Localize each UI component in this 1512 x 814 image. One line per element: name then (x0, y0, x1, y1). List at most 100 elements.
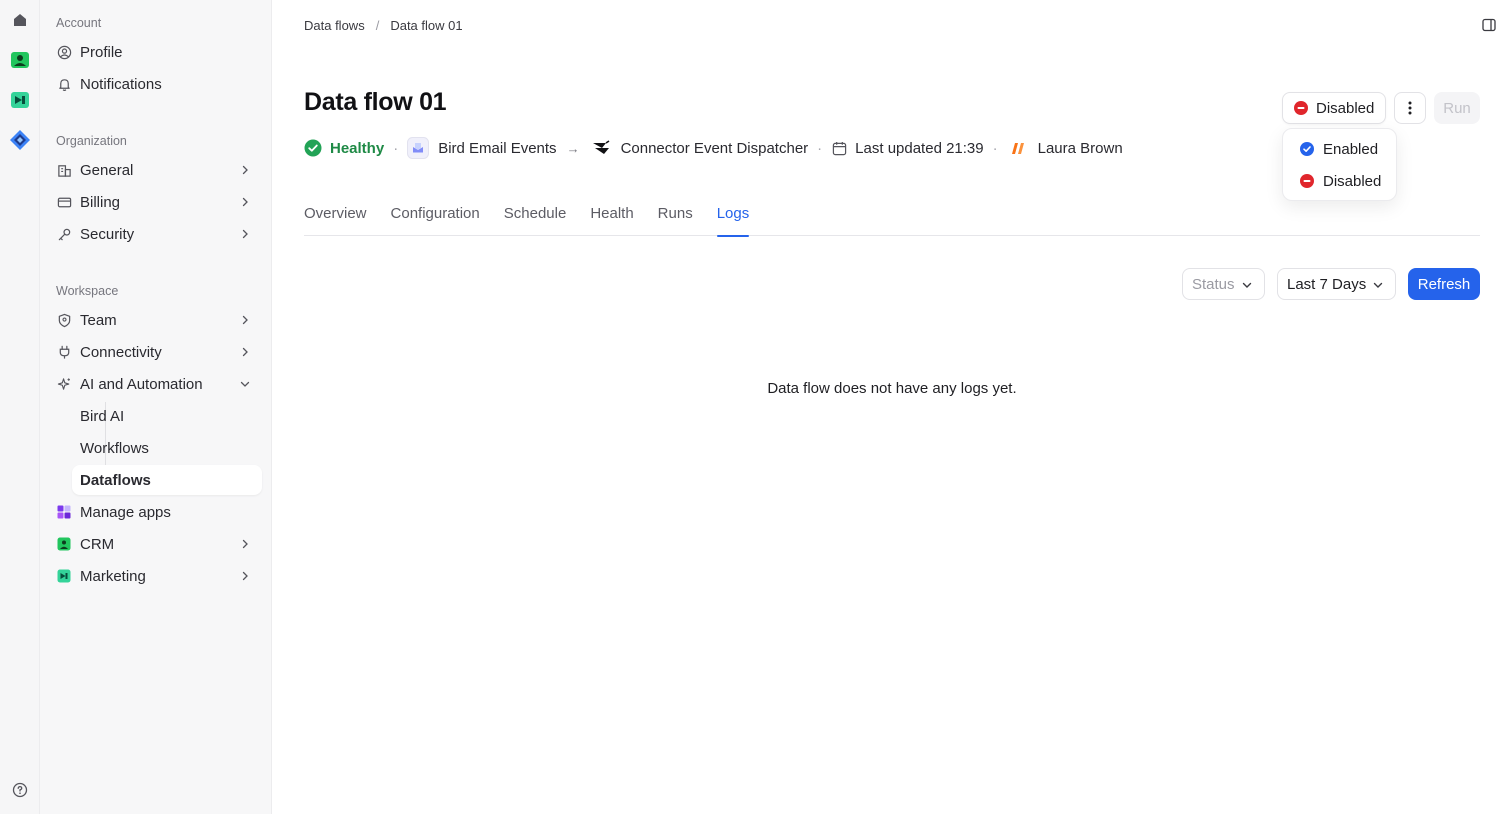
status-button-label: Disabled (1316, 99, 1375, 117)
sparkle-icon (56, 376, 72, 392)
health-status: Healthy (330, 139, 385, 157)
chevron-down-icon (238, 377, 252, 391)
sidebar-item-label: CRM (80, 535, 115, 553)
sidebar-item-label: Profile (80, 43, 123, 61)
tab-schedule[interactable]: Schedule (504, 200, 567, 236)
marketing-app-icon[interactable] (8, 88, 32, 112)
crm-app-icon (56, 536, 72, 552)
chevron-right-icon (238, 345, 252, 359)
chevron-down-icon (1240, 278, 1254, 292)
dataflow-meta: Healthy · Bird Email Events → Connector … (304, 137, 1123, 159)
disabled-status-icon (1300, 174, 1314, 188)
tab-configuration[interactable]: Configuration (391, 200, 480, 236)
bell-icon (56, 76, 72, 92)
apps-grid-icon (56, 504, 72, 520)
user-circle-icon (56, 44, 72, 60)
breadcrumb-separator: / (375, 18, 380, 33)
sidebar-item-label: Connectivity (80, 343, 162, 361)
tab-logs[interactable]: Logs (716, 200, 749, 237)
breadcrumb-current: Data flow 01 (390, 18, 463, 33)
chevron-right-icon (238, 163, 252, 177)
menu-item-disabled[interactable]: Disabled (1289, 166, 1390, 196)
date-range-value: Last 7 Days (1287, 275, 1367, 293)
settings-sidebar: Account Profile Notifications Organizati… (40, 0, 272, 814)
tab-runs[interactable]: Runs (658, 200, 693, 236)
email-events-icon (407, 137, 430, 159)
section-title-account: Account (56, 16, 102, 30)
more-options-button[interactable] (1394, 92, 1426, 124)
chevron-down-icon (1371, 278, 1385, 292)
sidebar-item-billing[interactable]: Billing (48, 187, 262, 217)
sidebar-item-marketing[interactable]: Marketing (48, 561, 262, 591)
sidebar-item-profile[interactable]: Profile (48, 37, 262, 67)
section-title-workspace: Workspace (56, 284, 119, 298)
arrow-right-icon: → (566, 140, 580, 156)
crm-app-icon[interactable] (8, 48, 32, 72)
calendar-icon (831, 137, 847, 159)
shield-icon (56, 312, 72, 328)
help-icon[interactable] (12, 782, 28, 798)
run-button[interactable]: Run (1434, 92, 1480, 124)
sidebar-item-ai-automation[interactable]: AI and Automation (48, 369, 262, 399)
building-icon (56, 162, 72, 178)
sidebar-item-general[interactable]: General (48, 155, 262, 185)
status-filter-select[interactable]: Status (1182, 268, 1265, 300)
tab-bar: Overview Configuration Schedule Health R… (304, 200, 1480, 237)
sidebar-item-notifications[interactable]: Notifications (48, 69, 262, 99)
section-title-organization: Organization (56, 134, 127, 148)
sidebar-item-bird-ai[interactable]: Bird AI (72, 401, 262, 431)
meta-separator: · (393, 139, 399, 157)
status-filter-placeholder: Status (1192, 275, 1235, 293)
plug-icon (56, 344, 72, 360)
sidebar-item-label: Billing (80, 193, 121, 211)
sidebar-item-connectivity[interactable]: Connectivity (48, 337, 262, 367)
sidebar-item-label: Manage apps (80, 503, 171, 521)
sidebar-item-team[interactable]: Team (48, 305, 262, 335)
menu-item-label: Disabled (1323, 172, 1382, 190)
home-icon[interactable] (8, 8, 32, 32)
destination-name[interactable]: Connector Event Dispatcher (621, 140, 809, 157)
chevron-right-icon (238, 313, 252, 327)
disabled-status-icon (1294, 101, 1308, 115)
menu-item-enabled[interactable]: Enabled (1289, 134, 1390, 164)
menu-item-label: Enabled (1323, 140, 1379, 158)
key-icon (56, 226, 72, 242)
app-rail (0, 0, 40, 814)
meta-separator: · (817, 139, 823, 157)
more-vertical-icon (1408, 100, 1412, 116)
chevron-right-icon (238, 195, 252, 209)
sidebar-item-manage-apps[interactable]: Manage apps (48, 497, 262, 527)
date-range-select[interactable]: Last 7 Days (1277, 268, 1396, 300)
status-toggle-button[interactable]: Disabled (1282, 92, 1386, 124)
tab-health[interactable]: Health (590, 200, 633, 236)
enabled-status-icon (1300, 142, 1314, 156)
chevron-right-icon (238, 227, 252, 241)
tab-overview[interactable]: Overview (304, 200, 367, 236)
owner-name[interactable]: Laura Brown (1038, 140, 1123, 157)
refresh-button[interactable]: Refresh (1408, 268, 1480, 300)
sidebar-item-security[interactable]: Security (48, 219, 262, 249)
sidebar-item-crm[interactable]: CRM (48, 529, 262, 559)
check-circle-icon (304, 139, 322, 157)
marketing-app-icon (56, 568, 72, 584)
main-content: Data flows / Data flow 01 Data flow 01 H… (272, 0, 1512, 814)
sidebar-item-label: Notifications (80, 75, 162, 93)
chevron-right-icon (238, 537, 252, 551)
connector-dispatcher-icon (590, 137, 612, 159)
sidebar-item-label: General (80, 161, 134, 179)
breadcrumb: Data flows / Data flow 01 (304, 18, 463, 33)
sidebar-item-workflows[interactable]: Workflows (72, 433, 262, 463)
sidebar-item-label: Team (80, 311, 117, 329)
breadcrumb-parent-link[interactable]: Data flows (304, 18, 365, 33)
sidebar-item-label: AI and Automation (80, 375, 203, 393)
sidebar-item-label: Marketing (80, 567, 146, 585)
source-name[interactable]: Bird Email Events (438, 140, 556, 157)
empty-state-message: Data flow does not have any logs yet. (767, 380, 1017, 397)
panel-toggle-icon[interactable] (1482, 18, 1498, 34)
page-title: Data flow 01 (304, 88, 447, 116)
sidebar-item-dataflows[interactable]: Dataflows (72, 465, 262, 495)
bird-app-icon[interactable] (8, 128, 32, 152)
chevron-right-icon (238, 569, 252, 583)
status-dropdown-menu: Enabled Disabled (1282, 128, 1397, 201)
meta-separator: · (992, 139, 998, 157)
